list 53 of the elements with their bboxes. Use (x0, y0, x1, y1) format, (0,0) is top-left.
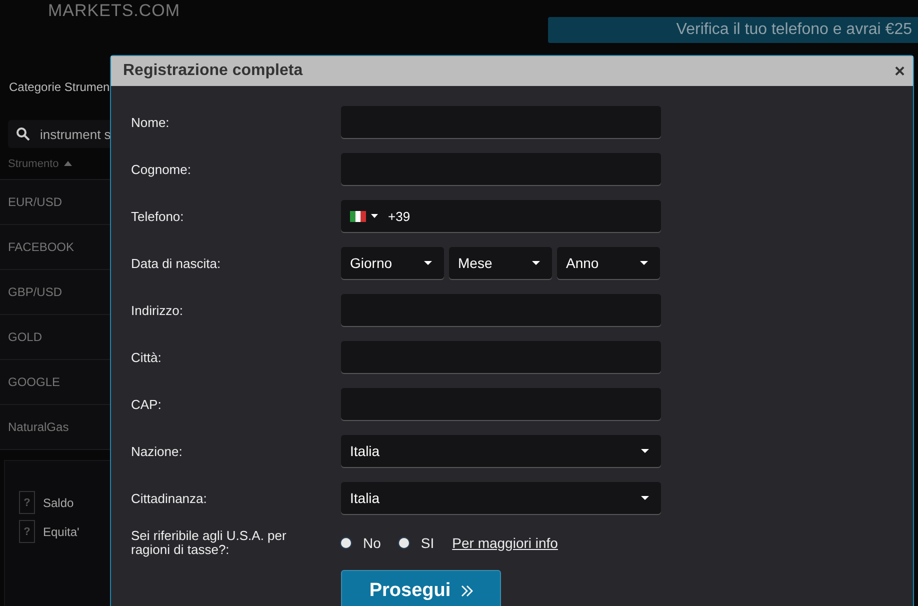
help-button[interactable]: ? (19, 491, 35, 514)
field-label: Indirizzo: (131, 302, 184, 318)
field-label: Cognome: (131, 162, 192, 176)
promo-banner[interactable]: Verifica il tuo telefono e avrai €25 (548, 17, 918, 43)
help-button[interactable]: ? (19, 520, 35, 543)
sort-up-icon (64, 161, 72, 166)
radio-button[interactable] (341, 538, 351, 548)
caret-icon (640, 261, 648, 265)
caret-icon (424, 261, 432, 265)
caret-icon (641, 496, 649, 500)
field-label: CAP: (131, 396, 162, 412)
input-field[interactable] (341, 106, 661, 138)
account-label: Equita' (43, 524, 80, 538)
date-dropdown[interactable]: Giorno (341, 247, 444, 279)
dropdown-field[interactable]: Italia (341, 482, 661, 514)
dropdown-field[interactable]: Italia (341, 435, 661, 467)
close-button[interactable]: × (894, 60, 905, 82)
column-header[interactable]: Strumento (8, 158, 59, 170)
search-icon (16, 127, 30, 141)
instrument-name[interactable]: EUR/USD (8, 195, 62, 209)
instrument-name[interactable]: FACEBOOK (8, 240, 74, 254)
field-label: Nome: (131, 114, 170, 130)
instrument-name[interactable]: NaturalGas (8, 420, 69, 434)
field-label: Cittadinanza: (131, 490, 208, 506)
phone-field[interactable]: +39 (341, 200, 661, 232)
input-field[interactable] (341, 294, 661, 326)
field-label: Nazione: (131, 444, 184, 458)
instrument-name[interactable]: GBP/USD (8, 285, 62, 299)
input-field[interactable] (341, 388, 661, 420)
caret-icon[interactable] (371, 214, 378, 218)
field-label: Sei riferibile agli U.S.A. per ragioni di tasse?: (131, 528, 288, 558)
info-link[interactable]: Per maggiori info (452, 535, 558, 551)
dialog-title: Registrazione completa (123, 62, 303, 80)
date-dropdown[interactable]: Anno (557, 247, 660, 279)
date-dropdown[interactable]: Mese (449, 247, 552, 279)
caret-icon (532, 261, 540, 265)
instrument-name[interactable]: GOLD (8, 330, 42, 344)
sidebar-title: Categorie Strumen (8, 79, 111, 96)
input-field[interactable] (341, 153, 661, 185)
continue-button[interactable]: Prosegui (341, 570, 501, 606)
instrument-name[interactable]: GOOGLE (8, 375, 60, 389)
field-label: Città: (131, 350, 162, 364)
account-label: Saldo (43, 496, 74, 510)
caret-icon (641, 449, 649, 453)
radio-button[interactable] (398, 538, 409, 548)
logo-text: MARKETS.COM (48, 1, 180, 21)
input-field[interactable] (341, 341, 661, 373)
double-chevron-icon (460, 585, 473, 597)
radio-label: No (363, 535, 381, 551)
radio-label: SI (420, 535, 434, 551)
flag-icon (350, 210, 366, 222)
field-label: Telefono: (131, 208, 185, 224)
field-label: Data di nascita: (131, 256, 222, 270)
